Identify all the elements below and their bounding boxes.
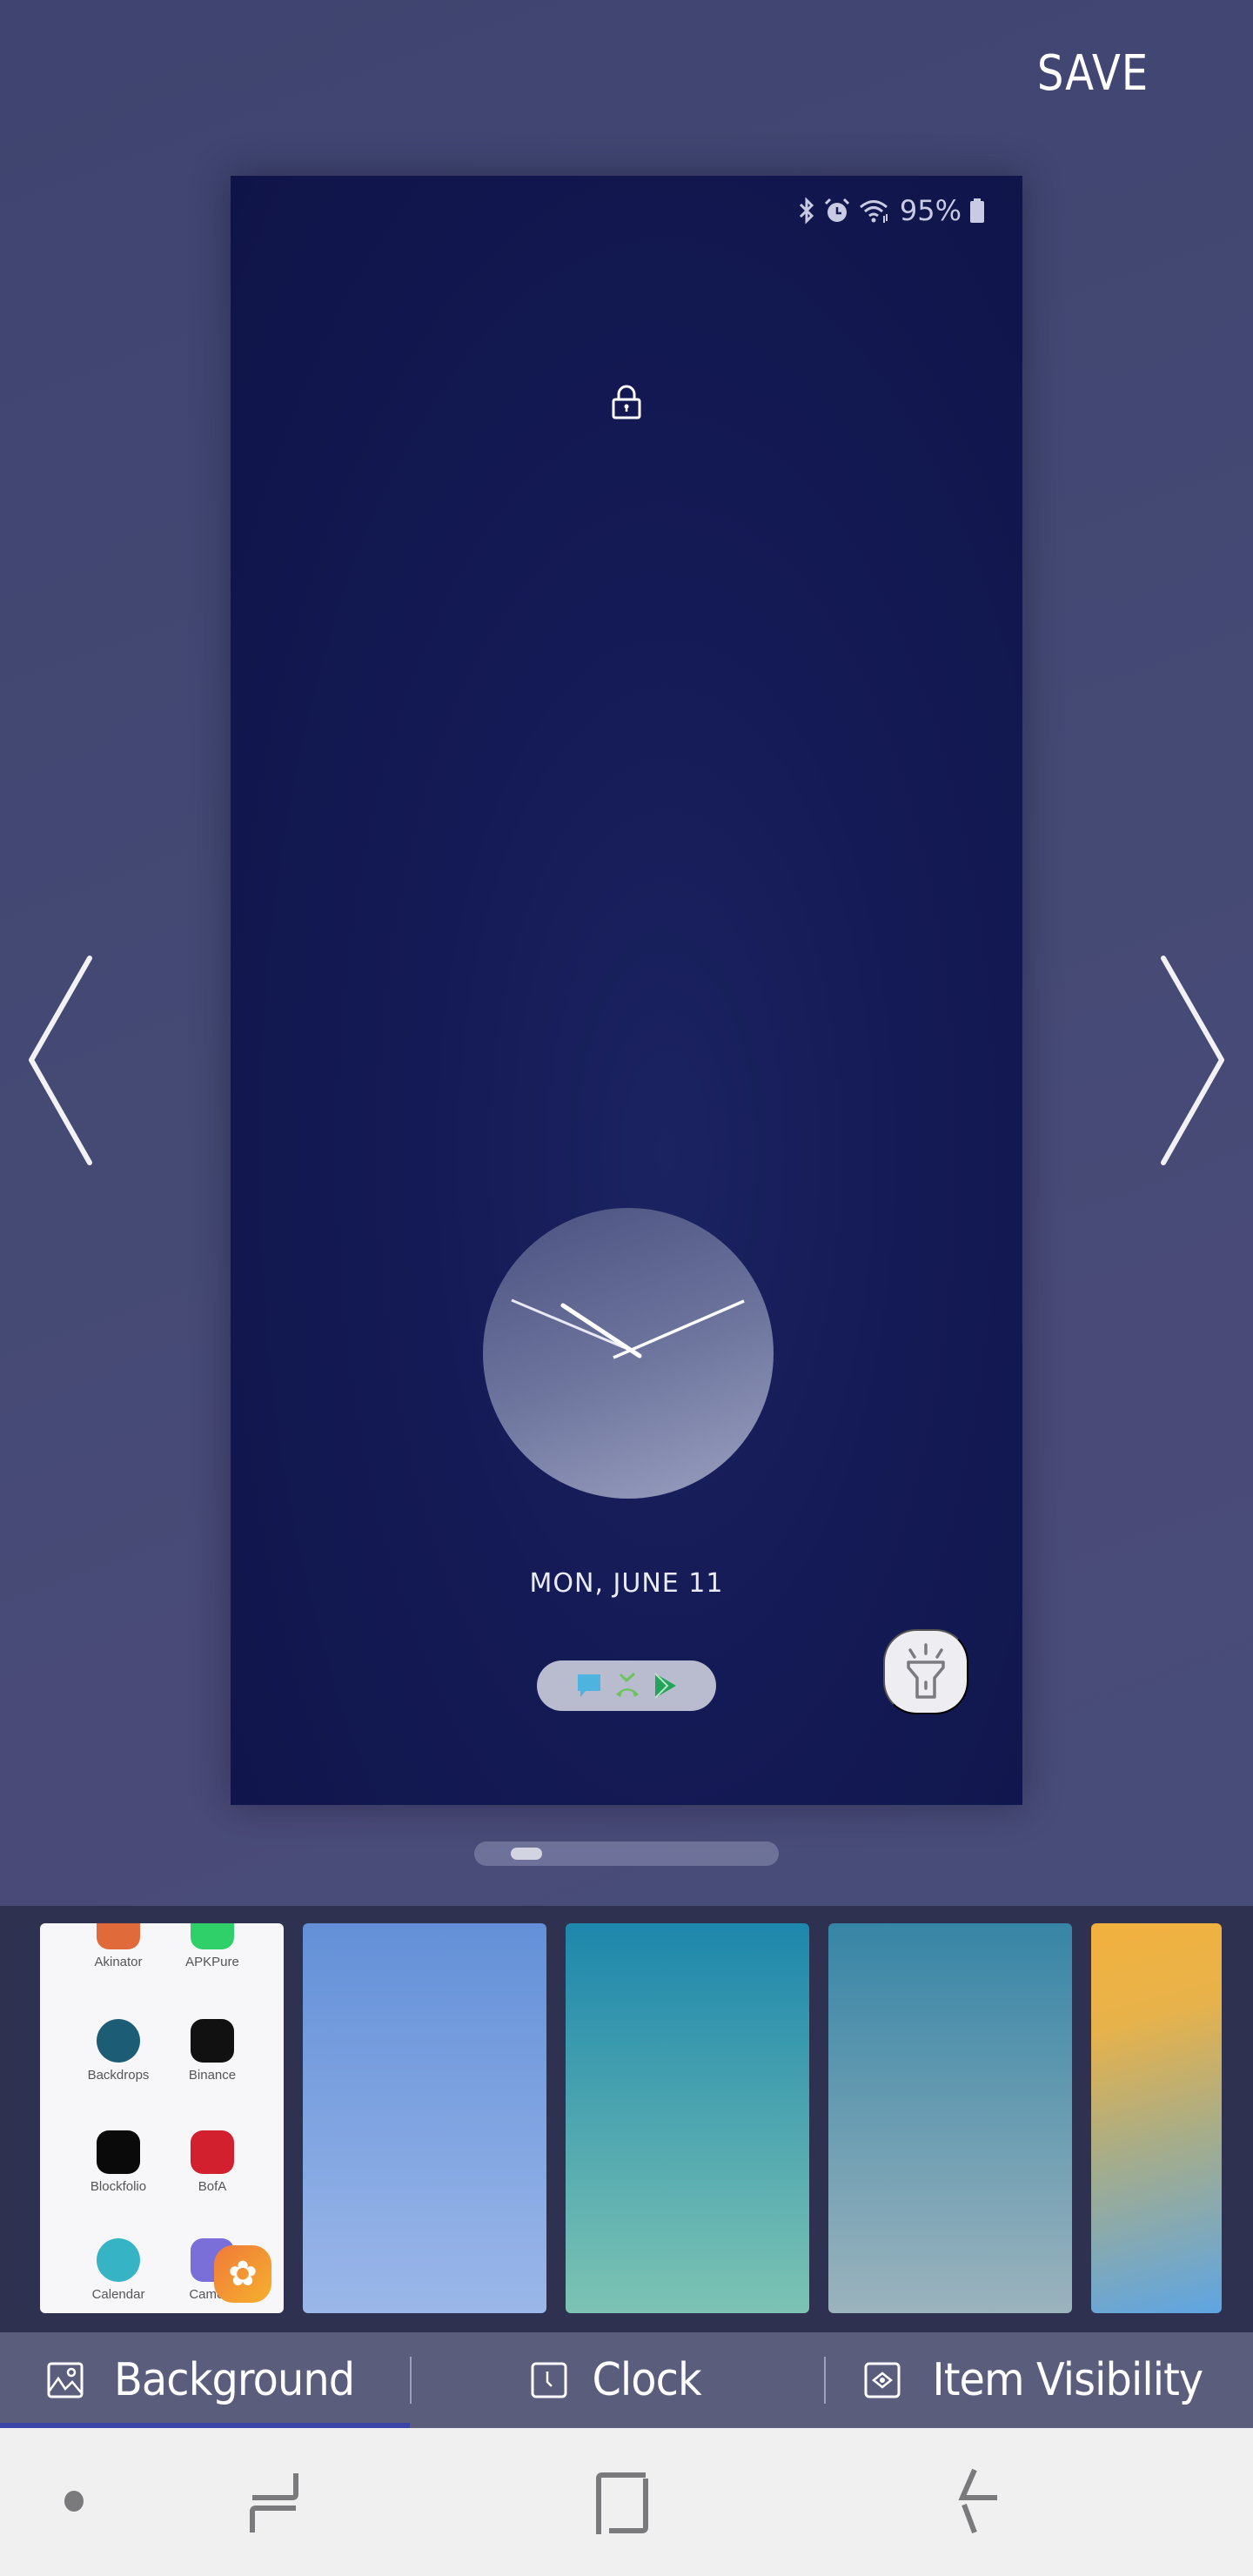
app-label: Binance [188, 2068, 237, 2083]
blockfolio-icon [97, 2130, 140, 2174]
app-icon-backdrops: Backdrops [66, 2019, 171, 2083]
lockscreen-preview: 95% MON, JUNE 11 [231, 176, 1022, 1805]
calendar-icon [97, 2238, 140, 2282]
background-thumbnail-blue[interactable] [303, 1923, 546, 2313]
background-thumbnail-sunset[interactable] [1091, 1923, 1222, 2313]
back-icon [958, 2468, 997, 2534]
tab-clock-label: Clock [592, 2354, 701, 2406]
eye-icon [864, 2362, 901, 2398]
home-button[interactable] [583, 2463, 661, 2541]
bluetooth-icon [799, 197, 814, 225]
dot-icon [64, 2491, 84, 2512]
binance-icon [191, 2019, 234, 2063]
wifi-icon [859, 200, 888, 223]
recent-apps-button[interactable] [235, 2463, 313, 2541]
page-indicator[interactable] [474, 1841, 779, 1866]
apkpure-icon [191, 1923, 234, 1949]
nav-dot-button[interactable] [52, 2463, 96, 2541]
system-navigation-bar [0, 2428, 1253, 2576]
customization-tabbar: Background Clock Item Visibility [0, 2332, 1253, 2428]
tab-clock[interactable]: Clock [412, 2332, 823, 2428]
flashlight-icon [907, 1643, 945, 1699]
analog-clock[interactable] [483, 1208, 774, 1499]
image-icon [47, 2362, 84, 2398]
lockscreen-date: MON, JUNE 11 [529, 1568, 724, 1599]
background-thumbnail-apps[interactable]: Akinator APKPure Backdrops Binance Blockfoli… [40, 1923, 284, 2313]
app-label: Backdrops [87, 2068, 150, 2083]
flashlight-button[interactable] [883, 1629, 968, 1714]
tab-background-label: Background [113, 2354, 355, 2406]
app-icon-binance: Binance [160, 2019, 265, 2083]
recent-apps-icon [250, 2473, 298, 2532]
clock-icon [531, 2362, 567, 2398]
save-button[interactable]: SAVE [1037, 45, 1149, 102]
app-icon-blockfolio: Blockfolio [66, 2130, 171, 2194]
battery-icon [970, 198, 984, 223]
background-thumbnail-teal[interactable] [566, 1923, 809, 2313]
app-icon-calendar: Calendar [66, 2238, 171, 2302]
lock-icon [612, 385, 641, 419]
chevron-right-icon [1161, 956, 1224, 1165]
app-label: Akinator [94, 1955, 143, 1969]
app-label: APKPure [185, 1955, 239, 1969]
previous-style-button[interactable] [24, 954, 94, 1171]
page-indicator-thumb [511, 1848, 542, 1860]
gallery-icon: ✿ [214, 2245, 271, 2303]
tab-item-visibility[interactable]: Item Visibility [826, 2332, 1253, 2428]
background-thumbnail-steel[interactable] [828, 1923, 1072, 2313]
tab-item-visibility-label: Item Visibility [932, 2354, 1204, 2406]
bofa-icon [191, 2130, 234, 2174]
app-icon-akinator: Akinator [66, 1923, 171, 1969]
app-label: Blockfolio [90, 2179, 147, 2194]
notification-icons-pill [537, 1660, 716, 1711]
tab-background[interactable]: Background [0, 2332, 411, 2428]
app-label: Calendar [91, 2287, 145, 2302]
status-bar: 95% [797, 191, 986, 230]
play-store-icon [654, 1673, 676, 1699]
home-icon [596, 2472, 648, 2534]
chevron-left-icon [29, 956, 92, 1165]
app-label: BofA [198, 2179, 227, 2194]
alarm-icon [824, 198, 849, 222]
missed-call-icon [616, 1672, 639, 1697]
akinator-icon [97, 1923, 140, 1949]
clock-second-hand [511, 1298, 639, 1355]
app-icon-apkpure: APKPure [160, 1923, 265, 1969]
clock-minute-hand [613, 1299, 745, 1359]
battery-percent: 95% [899, 194, 962, 227]
backdrops-icon [97, 2019, 140, 2063]
back-button[interactable] [940, 2463, 1018, 2541]
next-style-button[interactable] [1159, 954, 1229, 1171]
messages-icon [578, 1674, 600, 1697]
background-thumbnail-strip[interactable]: Akinator APKPure Backdrops Binance Blockfoli… [0, 1906, 1253, 2332]
clock-hour-hand [560, 1303, 642, 1358]
app-icon-bofa: BofA [160, 2130, 265, 2194]
